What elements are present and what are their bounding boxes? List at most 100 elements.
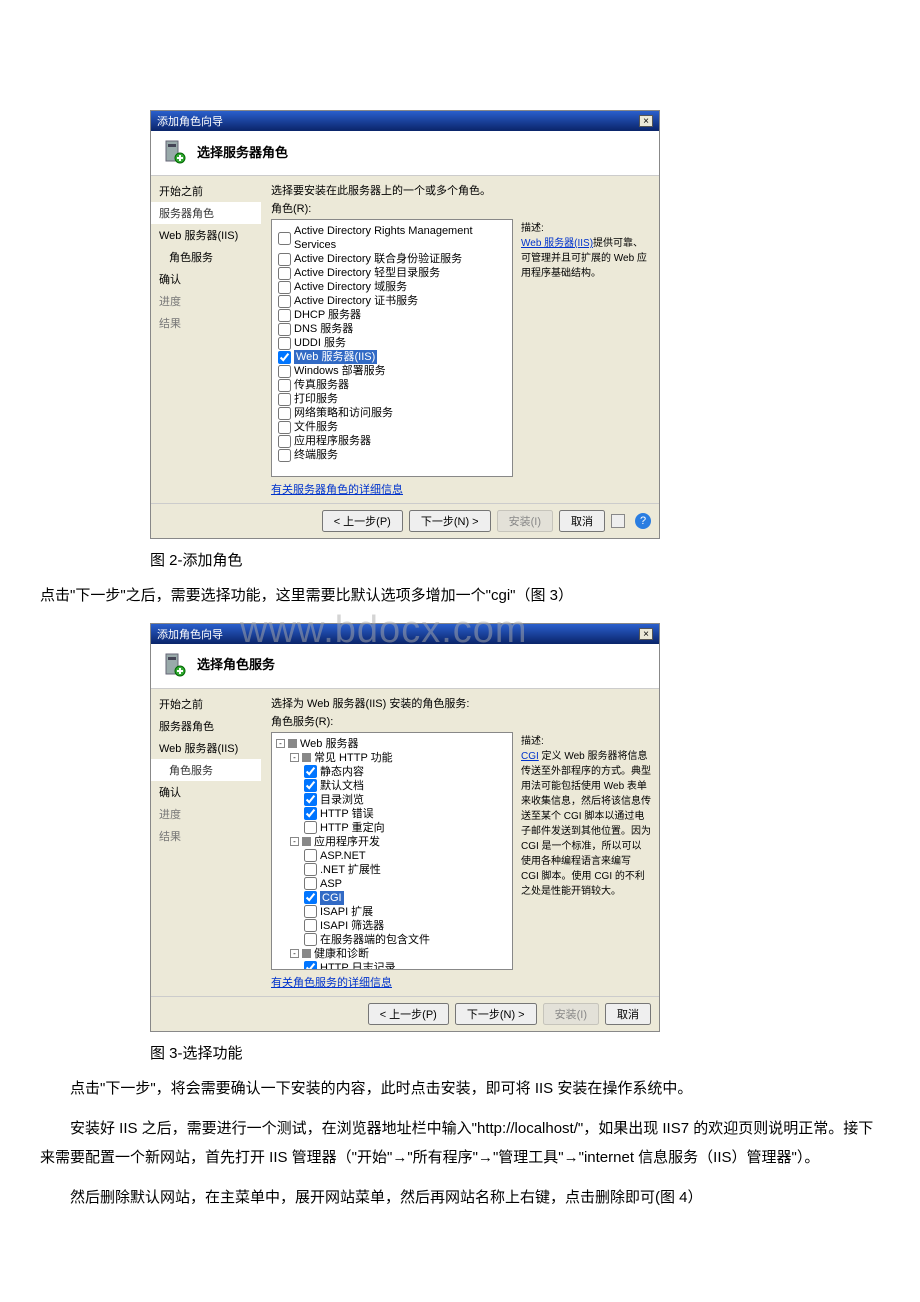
tree-toggle-icon[interactable]: - [290,753,299,762]
tree-checkbox[interactable] [304,877,317,890]
tree-checkbox[interactable] [304,919,317,932]
role-services-tree[interactable]: -Web 服务器-常见 HTTP 功能静态内容默认文档目录浏览HTTP 错误HT… [271,732,513,970]
print-icon[interactable] [611,514,625,528]
sidebar-item[interactable]: 确认 [151,781,261,803]
sidebar-item[interactable]: 结果 [151,825,261,847]
cancel-button[interactable]: 取消 [559,510,605,532]
prev-button[interactable]: < 上一步(P) [322,510,403,532]
cancel-button[interactable]: 取消 [605,1003,651,1025]
role-item[interactable]: 应用程序服务器 [276,434,508,448]
tree-row[interactable]: -常见 HTTP 功能 [276,751,508,765]
tree-checkbox[interactable] [304,807,317,820]
tree-row[interactable]: -健康和诊断 [276,947,508,961]
sidebar-item[interactable]: 开始之前 [151,180,261,202]
role-item[interactable]: Active Directory 轻型目录服务 [276,266,508,280]
role-item[interactable]: Active Directory Rights Management Servi… [276,224,508,252]
tree-row[interactable]: CGI [276,891,508,905]
role-label: UDDI 服务 [294,336,346,350]
role-item[interactable]: 传真服务器 [276,378,508,392]
close-icon[interactable]: × [639,115,653,127]
role-checkbox[interactable] [278,253,291,266]
tree-row[interactable]: 默认文档 [276,779,508,793]
sidebar-item[interactable]: 进度 [151,803,261,825]
role-checkbox[interactable] [278,323,291,336]
tree-checkbox[interactable] [304,863,317,876]
role-item[interactable]: 打印服务 [276,392,508,406]
tree-toggle-icon[interactable]: - [276,739,285,748]
role-checkbox[interactable] [278,309,291,322]
role-item[interactable]: UDDI 服务 [276,336,508,350]
role-checkbox[interactable] [278,393,291,406]
sidebar-item[interactable]: Web 服务器(IIS) [151,224,261,246]
sidebar-item[interactable]: Web 服务器(IIS) [151,737,261,759]
tree-row[interactable]: ISAPI 扩展 [276,905,508,919]
tree-label: 目录浏览 [320,793,364,807]
close-icon[interactable]: × [639,628,653,640]
tree-row[interactable]: -Web 服务器 [276,737,508,751]
titlebar[interactable]: 添加角色向导 × [151,111,659,131]
tree-row[interactable]: ASP [276,877,508,891]
prev-button[interactable]: < 上一步(P) [368,1003,449,1025]
role-item[interactable]: DHCP 服务器 [276,308,508,322]
tree-checkbox[interactable] [304,779,317,792]
sidebar-item[interactable]: 进度 [151,290,261,312]
tree-row[interactable]: HTTP 重定向 [276,821,508,835]
sidebar-item[interactable]: 角色服务 [151,246,261,268]
role-checkbox[interactable] [278,407,291,420]
role-item[interactable]: Active Directory 证书服务 [276,294,508,308]
tree-checkbox[interactable] [304,821,317,834]
tree-checkbox[interactable] [304,765,317,778]
tree-row[interactable]: HTTP 日志记录 [276,961,508,970]
role-checkbox[interactable] [278,295,291,308]
roles-listbox[interactable]: Active Directory Rights Management Servi… [271,219,513,477]
role-item[interactable]: 终端服务 [276,448,508,462]
role-item[interactable]: Active Directory 联合身份验证服务 [276,252,508,266]
learn-more-link[interactable]: 有关角色服务的详细信息 [271,974,392,990]
tree-row[interactable]: 在服务器端的包含文件 [276,933,508,947]
role-item[interactable]: 文件服务 [276,420,508,434]
role-checkbox[interactable] [278,421,291,434]
learn-more-link[interactable]: 有关服务器角色的详细信息 [271,481,403,497]
role-checkbox[interactable] [278,267,291,280]
role-item[interactable]: Windows 部署服务 [276,364,508,378]
tree-checkbox[interactable] [304,933,317,946]
role-checkbox[interactable] [278,281,291,294]
tree-checkbox[interactable] [304,793,317,806]
tree-row[interactable]: -应用程序开发 [276,835,508,849]
role-checkbox[interactable] [278,365,291,378]
role-checkbox[interactable] [278,449,291,462]
role-item[interactable]: Web 服务器(IIS) [276,350,508,364]
sidebar-item[interactable]: 确认 [151,268,261,290]
next-button[interactable]: 下一步(N) > [409,510,491,532]
tree-row[interactable]: ISAPI 筛选器 [276,919,508,933]
sidebar-item[interactable]: 结果 [151,312,261,334]
tree-checkbox[interactable] [304,905,317,918]
tree-row[interactable]: ASP.NET [276,849,508,863]
titlebar[interactable]: 添加角色向导 × [151,624,659,644]
tree-checkbox[interactable] [304,849,317,862]
role-checkbox[interactable] [278,337,291,350]
desc-link[interactable]: Web 服务器(IIS) [521,234,593,249]
tree-checkbox[interactable] [304,891,317,904]
role-item[interactable]: Active Directory 域服务 [276,280,508,294]
role-item[interactable]: 网络策略和访问服务 [276,406,508,420]
role-checkbox[interactable] [278,351,291,364]
tree-toggle-icon[interactable]: - [290,949,299,958]
tree-toggle-icon[interactable]: - [290,837,299,846]
sidebar-item[interactable]: 服务器角色 [151,202,261,224]
help-icon[interactable]: ? [635,513,651,529]
tree-row[interactable]: 目录浏览 [276,793,508,807]
sidebar-item[interactable]: 服务器角色 [151,715,261,737]
tree-checkbox[interactable] [304,961,317,970]
sidebar-item[interactable]: 开始之前 [151,693,261,715]
tree-row[interactable]: HTTP 错误 [276,807,508,821]
tree-row[interactable]: .NET 扩展性 [276,863,508,877]
role-item[interactable]: DNS 服务器 [276,322,508,336]
role-checkbox[interactable] [278,435,291,448]
next-button[interactable]: 下一步(N) > [455,1003,537,1025]
tree-row[interactable]: 静态内容 [276,765,508,779]
sidebar-item[interactable]: 角色服务 [151,759,261,781]
role-checkbox[interactable] [278,232,291,245]
role-checkbox[interactable] [278,379,291,392]
desc-link[interactable]: CGI [521,751,539,762]
